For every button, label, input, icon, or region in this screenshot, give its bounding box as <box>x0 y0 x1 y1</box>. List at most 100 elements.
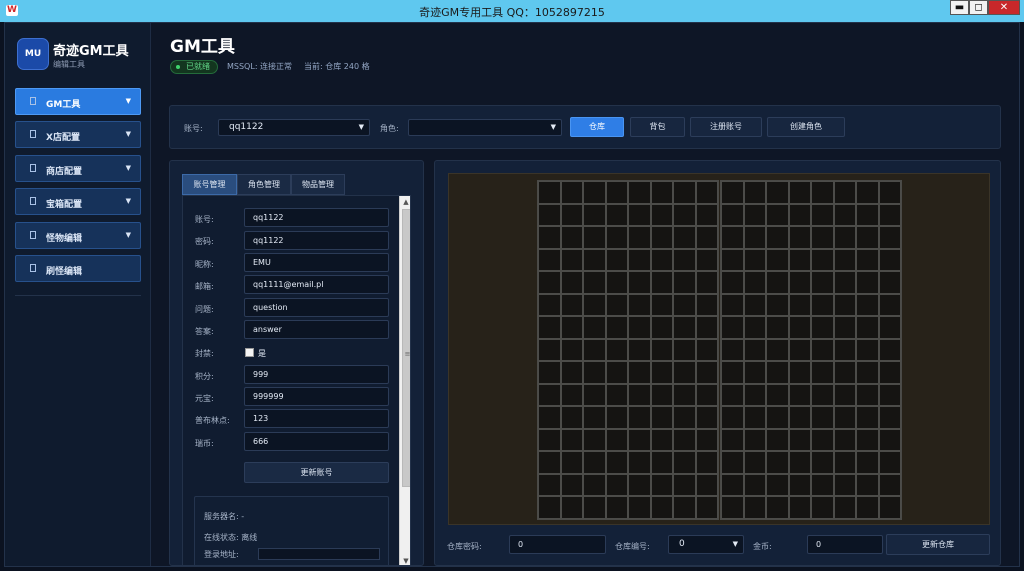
warehouse-slot[interactable] <box>878 428 901 451</box>
warehouse-slot[interactable] <box>878 361 901 384</box>
warehouse-slot[interactable] <box>650 316 673 339</box>
warehouse-slot[interactable] <box>811 496 834 519</box>
warehouse-slot[interactable] <box>605 496 628 519</box>
warehouse-slot[interactable] <box>878 316 901 339</box>
warehouse-slot[interactable] <box>856 428 879 451</box>
warehouse-slot[interactable] <box>650 203 673 226</box>
warehouse-slot[interactable] <box>673 338 696 361</box>
warehouse-slot[interactable] <box>721 338 744 361</box>
warehouse-slot[interactable] <box>695 473 718 496</box>
maximize-button[interactable]: ◻ <box>969 0 988 15</box>
warehouse-slot[interactable] <box>560 473 583 496</box>
warehouse-slot[interactable] <box>856 226 879 249</box>
warehouse-slot[interactable] <box>538 451 561 474</box>
warehouse-slot[interactable] <box>721 473 744 496</box>
warehouse-slot[interactable] <box>811 316 834 339</box>
warehouse-slot[interactable] <box>628 181 651 204</box>
warehouse-slot[interactable] <box>605 226 628 249</box>
warehouse-slot[interactable] <box>721 203 744 226</box>
warehouse-slot[interactable] <box>560 383 583 406</box>
password-field[interactable]: qq1122 <box>244 231 389 250</box>
warehouse-slot[interactable] <box>628 293 651 316</box>
warehouse-slot[interactable] <box>583 181 606 204</box>
close-button[interactable]: ✕ <box>988 0 1020 15</box>
inventory-button[interactable]: 背包 <box>630 117 685 137</box>
warehouse-slot[interactable] <box>628 383 651 406</box>
warehouse-slot[interactable] <box>628 338 651 361</box>
zen-field[interactable]: 0 <box>807 535 883 554</box>
ruby-field[interactable]: 666 <box>244 432 389 451</box>
warehouse-slot[interactable] <box>743 428 766 451</box>
warehouse-slot[interactable] <box>743 271 766 294</box>
warehouse-grid-right[interactable] <box>720 180 902 520</box>
yuanbao-field[interactable]: 999999 <box>244 387 389 406</box>
warehouse-slot[interactable] <box>650 473 673 496</box>
warehouse-slot[interactable] <box>833 428 856 451</box>
update-warehouse-button[interactable]: 更新仓库 <box>886 534 990 555</box>
warehouse-slot[interactable] <box>833 451 856 474</box>
warehouse-slot[interactable] <box>743 451 766 474</box>
warehouse-slot[interactable] <box>628 226 651 249</box>
warehouse-slot[interactable] <box>695 428 718 451</box>
warehouse-slot[interactable] <box>766 361 789 384</box>
warehouse-grid-left[interactable] <box>537 180 719 520</box>
warehouse-slot[interactable] <box>878 203 901 226</box>
warehouse-slot[interactable] <box>811 338 834 361</box>
warehouse-slot[interactable] <box>650 406 673 429</box>
warehouse-slot[interactable] <box>811 473 834 496</box>
warehouse-slot[interactable] <box>878 496 901 519</box>
warehouse-slot[interactable] <box>673 293 696 316</box>
warehouse-slot[interactable] <box>766 473 789 496</box>
warehouse-slot[interactable] <box>766 406 789 429</box>
warehouse-slot[interactable] <box>538 248 561 271</box>
warehouse-slot[interactable] <box>833 248 856 271</box>
warehouse-slot[interactable] <box>628 361 651 384</box>
warehouse-slot[interactable] <box>788 293 811 316</box>
warehouse-slot[interactable] <box>673 473 696 496</box>
warehouse-slot[interactable] <box>833 361 856 384</box>
warehouse-slot[interactable] <box>788 181 811 204</box>
warehouse-slot[interactable] <box>538 473 561 496</box>
warehouse-slot[interactable] <box>721 383 744 406</box>
warehouse-slot[interactable] <box>856 271 879 294</box>
warehouse-slot[interactable] <box>650 271 673 294</box>
warehouse-slot[interactable] <box>878 226 901 249</box>
warehouse-slot[interactable] <box>766 293 789 316</box>
warehouse-slot[interactable] <box>650 361 673 384</box>
warehouse-slot[interactable] <box>650 338 673 361</box>
warehouse-slot[interactable] <box>721 316 744 339</box>
warehouse-slot[interactable] <box>695 181 718 204</box>
warehouse-slot[interactable] <box>743 361 766 384</box>
warehouse-slot[interactable] <box>538 316 561 339</box>
scroll-up-icon[interactable]: ▲ <box>400 196 410 208</box>
warehouse-slot[interactable] <box>766 271 789 294</box>
warehouse-slot[interactable] <box>721 361 744 384</box>
warehouse-slot[interactable] <box>721 181 744 204</box>
login-address-field[interactable] <box>258 548 380 560</box>
warehouse-slot[interactable] <box>788 383 811 406</box>
warehouse-slot[interactable] <box>538 293 561 316</box>
warehouse-slot[interactable] <box>560 338 583 361</box>
warehouse-slot[interactable] <box>833 338 856 361</box>
warehouse-slot[interactable] <box>605 383 628 406</box>
warehouse-slot[interactable] <box>721 226 744 249</box>
warehouse-slot[interactable] <box>538 271 561 294</box>
warehouse-slot[interactable] <box>811 428 834 451</box>
warehouse-slot[interactable] <box>856 316 879 339</box>
warehouse-slot[interactable] <box>766 226 789 249</box>
warehouse-slot[interactable] <box>743 338 766 361</box>
warehouse-slot[interactable] <box>721 496 744 519</box>
warehouse-slot[interactable] <box>583 271 606 294</box>
warehouse-slot[interactable] <box>833 406 856 429</box>
warehouse-slot[interactable] <box>605 203 628 226</box>
warehouse-slot[interactable] <box>583 248 606 271</box>
warehouse-slot[interactable] <box>560 293 583 316</box>
warehouse-slot[interactable] <box>833 203 856 226</box>
warehouse-slot[interactable] <box>650 383 673 406</box>
sidebar-item-shop-config[interactable]: 商店配置 ▼ <box>15 155 141 182</box>
warehouse-slot[interactable] <box>605 473 628 496</box>
warehouse-slot[interactable] <box>856 496 879 519</box>
warehouse-slot[interactable] <box>628 473 651 496</box>
sidebar-item-monster-edit[interactable]: 怪物编辑 ▼ <box>15 222 141 249</box>
warehouse-slot[interactable] <box>788 316 811 339</box>
